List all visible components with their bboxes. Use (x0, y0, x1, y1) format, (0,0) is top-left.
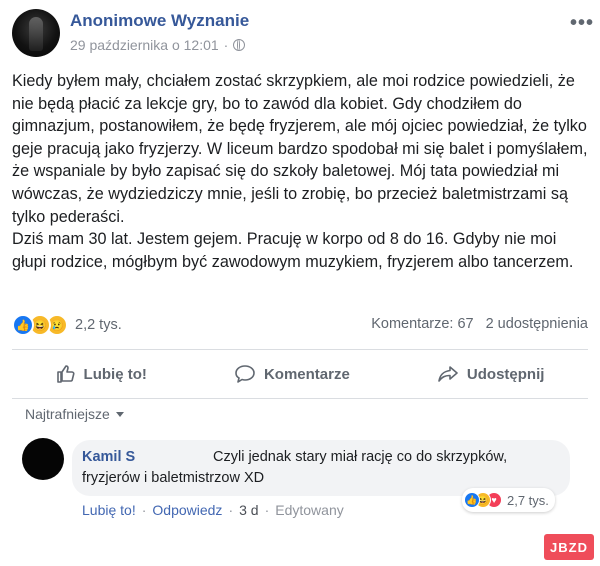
like-reaction-icon: 👍 (12, 314, 34, 336)
divider (12, 398, 588, 399)
post-body: Kiedy byłem mały, chciałem zostać skrzyp… (12, 70, 592, 273)
post-date[interactable]: 29 października o 12:01 (70, 37, 219, 53)
comment-author-link[interactable]: Kamil S (82, 449, 135, 465)
post-header: Anonimowe Wyznanie 29 października o 12:… (0, 0, 600, 66)
comments-sort-label: Najtrafniejsze (25, 406, 110, 422)
share-button-label: Udostępnij (466, 365, 545, 383)
separator-dot: · (141, 502, 147, 518)
like-button-label: Lubię to! (83, 365, 147, 383)
separator-dot: · (264, 502, 270, 518)
page-avatar[interactable] (12, 9, 60, 57)
comments-count-link[interactable]: Komentarze: 67 (371, 316, 473, 332)
comment-button-label: Komentarze (263, 365, 350, 383)
post-paragraph-2: Dziś mam 30 lat. Jestem gejem. Pracuję w… (12, 230, 574, 271)
post-meta: 29 października o 12:01 · (70, 37, 246, 53)
more-options-button[interactable]: ••• (570, 12, 594, 35)
post-paragraph-1: Kiedy byłem mały, chciałem zostać skrzyp… (12, 72, 588, 226)
thumbs-up-icon (56, 365, 75, 383)
like-button[interactable]: Lubię to! (56, 364, 147, 384)
watermark-logo: JBZD (544, 534, 594, 560)
reaction-count[interactable]: 2,2 tys. (75, 317, 122, 333)
comment-like-link[interactable]: Lubię to! (82, 502, 136, 518)
comment-time[interactable]: 3 d (239, 502, 258, 518)
divider (12, 349, 588, 350)
share-arrow-icon (438, 366, 458, 382)
comment-actions: Lubię to! · Odpowiedz · 3 d · Edytowany (82, 502, 344, 518)
speech-bubble-icon (235, 365, 255, 383)
share-button[interactable]: Udostępnij (437, 364, 545, 384)
like-reaction-icon: 👍 (464, 492, 480, 508)
caret-down-icon (115, 411, 124, 417)
post-stats: Komentarze: 67 2 udostępnienia (371, 316, 588, 332)
hooded-figure-icon (29, 17, 43, 51)
comment-reaction-count: 2,7 tys. (507, 492, 549, 508)
commenter-avatar[interactable] (22, 438, 64, 480)
comment-text-line-1: Czyli jednak stary miał rację co do skrz… (213, 449, 508, 465)
comment-reactions[interactable]: 👍 😆 ♥ 2,7 tys. (462, 488, 555, 512)
separator-dot: · (228, 502, 234, 518)
comment-reply-link[interactable]: Odpowiedz (152, 502, 222, 518)
globe-icon[interactable] (233, 39, 246, 51)
comment-button[interactable]: Komentarze (234, 364, 350, 384)
comment-text-line-2: fryzjerów i baletmistrzow XD (82, 470, 265, 486)
shares-count-link[interactable]: 2 udostępnienia (486, 316, 588, 332)
post-actions-bar: Lubię to! Komentarze Udostępnij (12, 354, 588, 394)
reactions-summary[interactable]: 👍 😆 😢 2,2 tys. (12, 314, 122, 336)
comments-sort-dropdown[interactable]: Najtrafniejsze (25, 406, 124, 422)
separator-dot: · (223, 37, 229, 53)
page-name-link[interactable]: Anonimowe Wyznanie (70, 11, 249, 31)
comment-edited-label: Edytowany (275, 502, 344, 518)
